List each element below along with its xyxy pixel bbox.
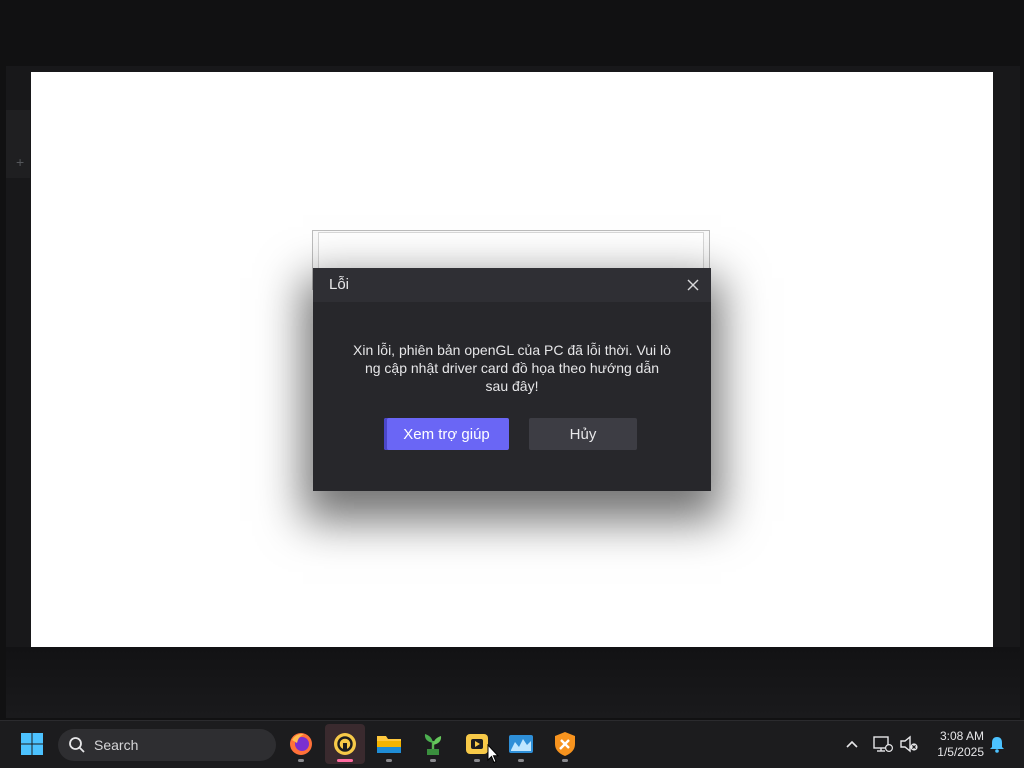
- chevron-up-icon: [846, 740, 858, 748]
- show-hidden-icons-button[interactable]: [841, 733, 863, 755]
- cancel-button[interactable]: Hủy: [529, 418, 637, 450]
- search-icon: [69, 737, 85, 753]
- clock-time: 3:08 AM: [939, 729, 984, 743]
- dialog-message-line: sau đây!: [485, 378, 539, 394]
- running-indicator: [337, 759, 353, 762]
- taskbar: Search 3:08 AM 1/5/2025: [0, 720, 1024, 768]
- dialog-message-line: ng cập nhật driver card đồ họa theo hướn…: [364, 360, 660, 376]
- taskbar-app-plant[interactable]: [413, 724, 453, 764]
- close-icon: [687, 279, 699, 291]
- plant-app-icon: [424, 734, 442, 755]
- app-bottom-area: [6, 647, 1020, 718]
- monitor-app-icon: [509, 735, 533, 753]
- taskbar-search[interactable]: Search: [58, 729, 276, 761]
- error-dialog: Lỗi Xin lỗi, phiên bản openGL của PC đã …: [313, 268, 711, 491]
- help-button[interactable]: Xem trợ giúp: [384, 418, 509, 450]
- app-launcher-icon: [334, 733, 356, 755]
- volume-status-button[interactable]: [898, 733, 920, 755]
- network-disconnected-icon: [873, 736, 893, 752]
- firefox-icon: [290, 733, 312, 755]
- speaker-muted-icon: [900, 735, 918, 753]
- dialog-title: Lỗi: [329, 276, 350, 293]
- dialog-message: Xin lỗi, phiên bản openGL của PC đã lỗi …: [335, 341, 689, 395]
- running-indicator: [298, 759, 304, 762]
- mouse-cursor-icon: [487, 744, 499, 764]
- start-button[interactable]: [12, 724, 52, 764]
- taskbar-app-shield-tools[interactable]: [545, 724, 585, 764]
- running-indicator: [518, 759, 524, 762]
- add-icon: +: [16, 154, 25, 170]
- dialog-message-line: Xin lỗi, phiên bản openGL của PC đã lỗi …: [353, 342, 671, 358]
- taskbar-app-file-explorer[interactable]: [369, 724, 409, 764]
- running-indicator: [562, 759, 568, 762]
- clock-date: 1/5/2025: [937, 745, 984, 759]
- notifications-button[interactable]: [986, 733, 1008, 755]
- running-indicator: [474, 759, 480, 762]
- file-explorer-icon: [377, 736, 401, 753]
- taskbar-app-launcher[interactable]: [325, 724, 365, 764]
- windows-start-icon: [21, 733, 43, 755]
- shield-tools-icon: [555, 732, 575, 756]
- search-placeholder: Search: [94, 737, 139, 753]
- taskbar-clock[interactable]: 3:08 AM 1/5/2025: [928, 728, 984, 760]
- bell-icon: [990, 737, 1004, 753]
- running-indicator: [386, 759, 392, 762]
- network-status-button[interactable]: [872, 733, 894, 755]
- taskbar-app-monitor[interactable]: [501, 724, 541, 764]
- close-button[interactable]: [683, 275, 703, 295]
- running-indicator: [430, 759, 436, 762]
- taskbar-app-firefox[interactable]: [281, 724, 321, 764]
- dialog-titlebar: Lỗi: [313, 268, 711, 302]
